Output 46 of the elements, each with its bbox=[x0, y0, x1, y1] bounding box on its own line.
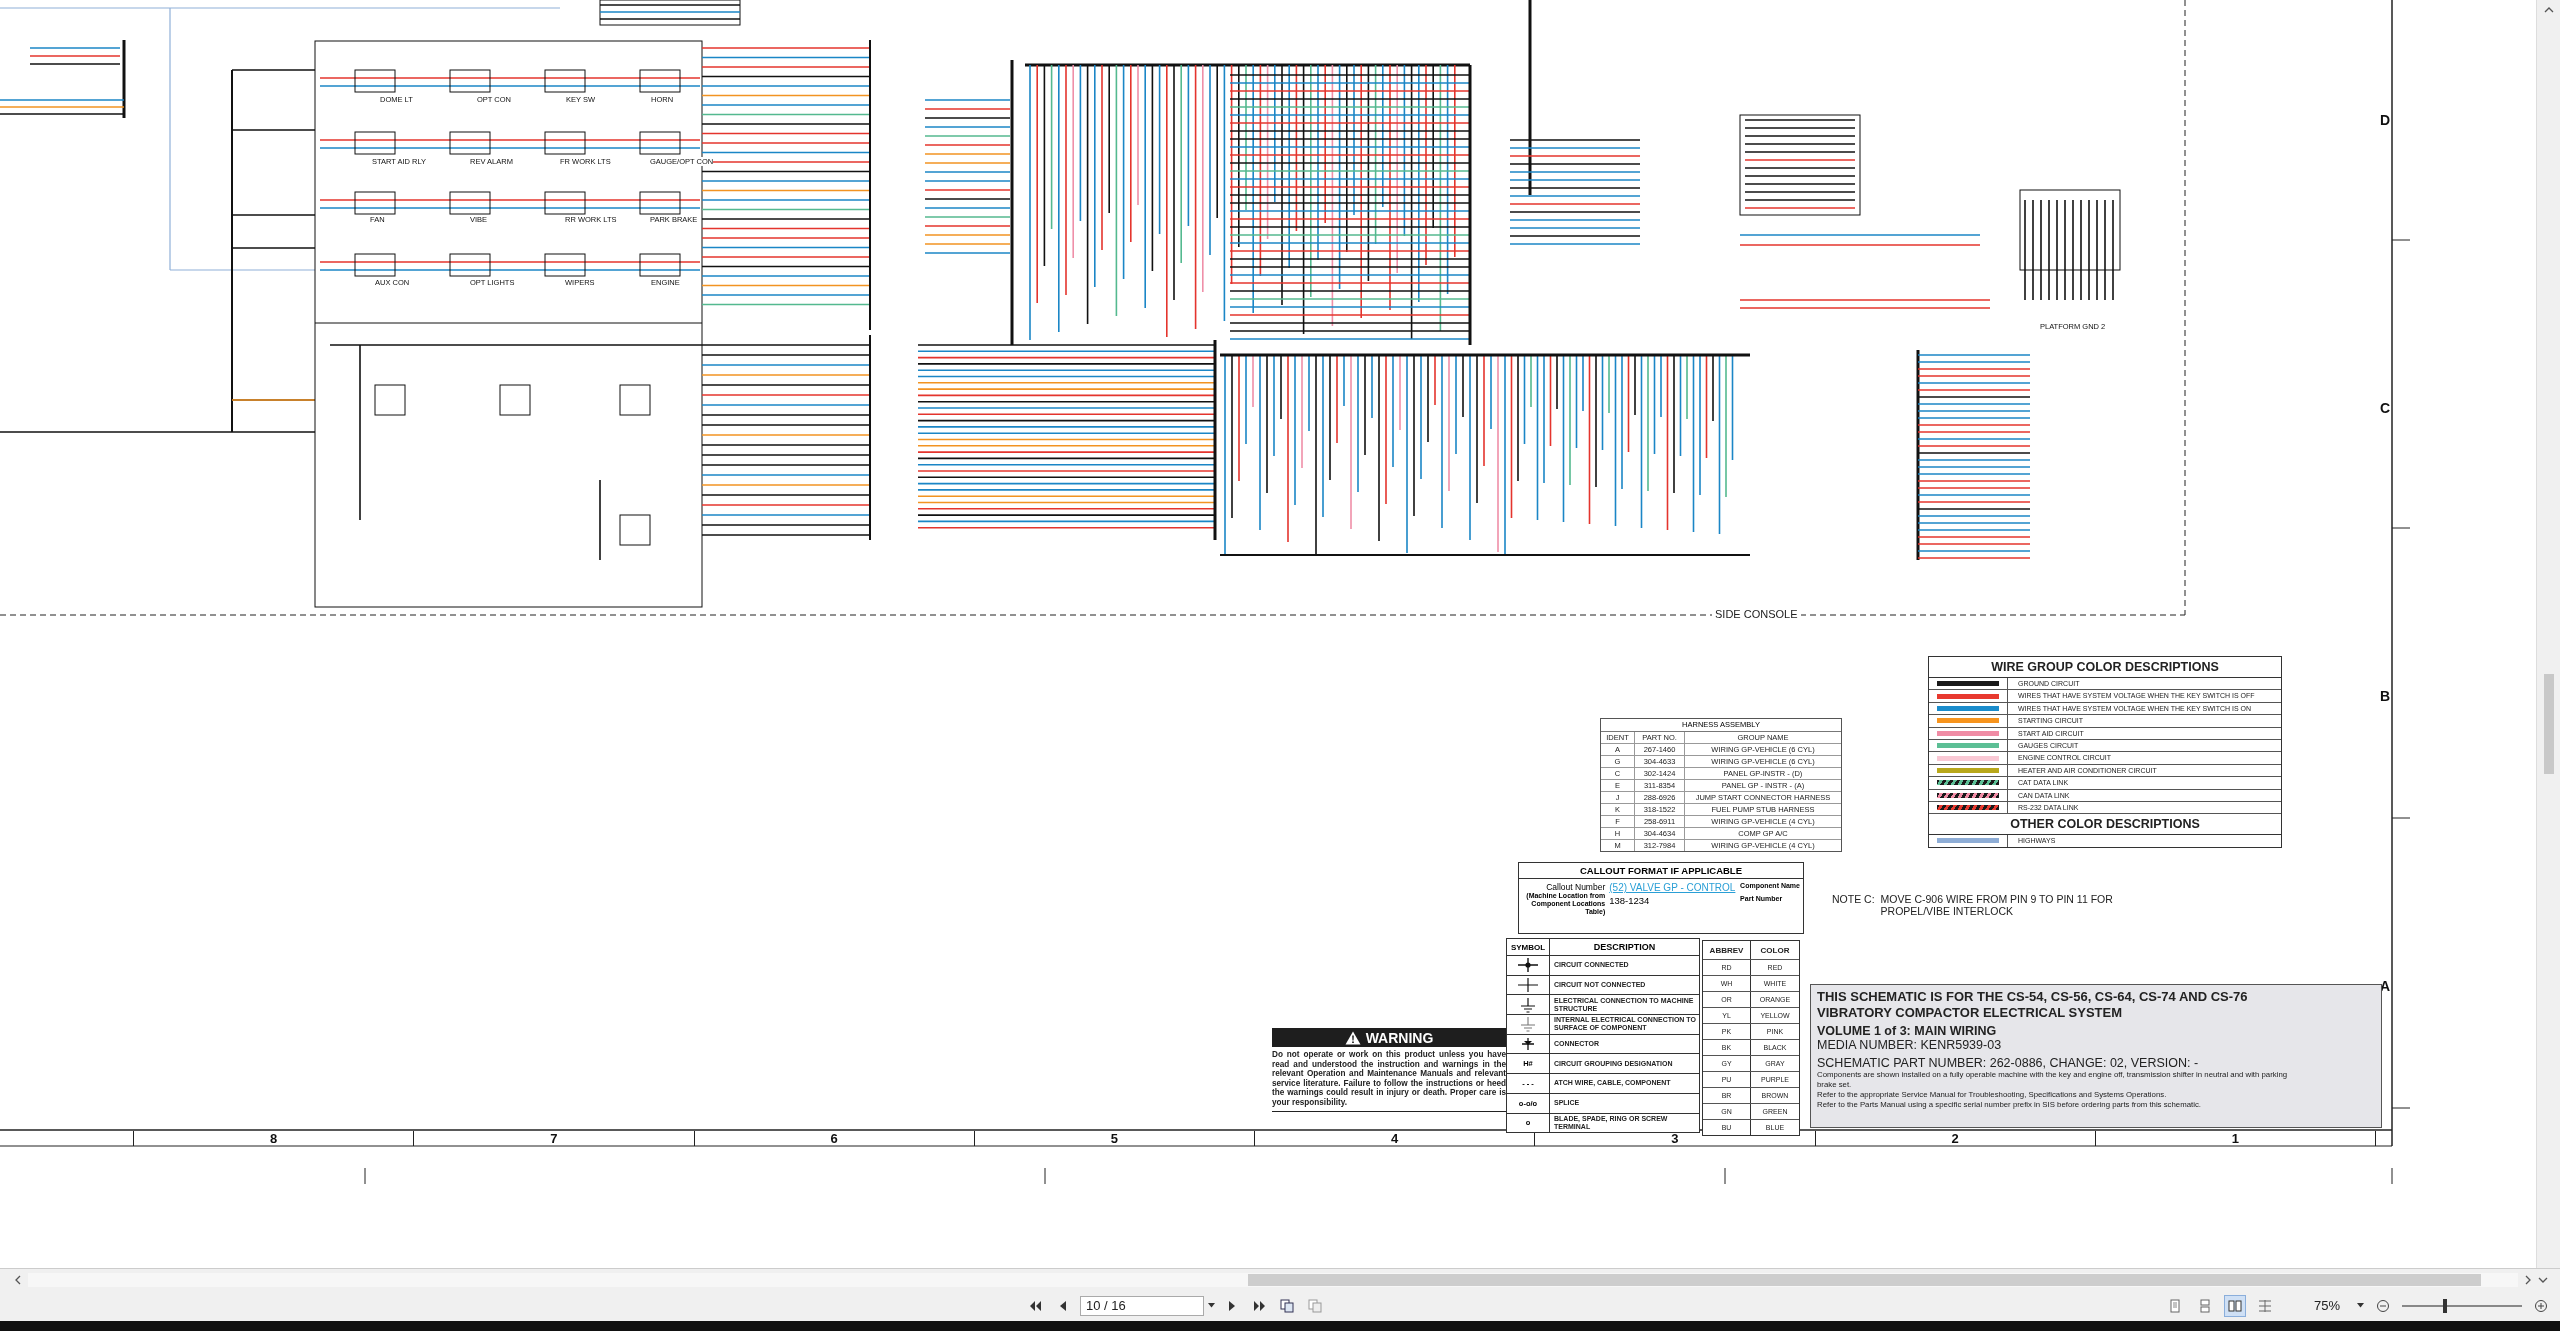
column-header: DESCRIPTION bbox=[1592, 941, 1657, 954]
media-number: MEDIA NUMBER: KENR5939-03 bbox=[1817, 1038, 2003, 1052]
zoom-dropdown[interactable]: 75% bbox=[2284, 1295, 2364, 1316]
column-header: SYMBOL bbox=[1507, 939, 1550, 955]
note-text: MOVE C-906 WIRE FROM PIN 9 TO PIN 11 FOR PROPEL/VIBE INTERLOCK bbox=[1880, 893, 2114, 917]
zone-letter: D bbox=[2380, 112, 2391, 128]
zone-number: 8 bbox=[270, 1131, 278, 1146]
volume-title: VOLUME 1 of 3: MAIN WIRING bbox=[1817, 1024, 1998, 1038]
schematic-title: THIS SCHEMATIC IS FOR THE CS-54, CS-56, CS-64, CS-74 AND CS-76 VIBRATORY COMPACTOR ELECTRICAL SYSTEM bbox=[1817, 989, 2249, 1020]
column-header: COLOR bbox=[1759, 944, 1791, 957]
section-label: SIDE CONSOLE bbox=[1712, 608, 1801, 620]
caret-icon[interactable] bbox=[2357, 1303, 2364, 1309]
zone-number: 4 bbox=[1391, 1131, 1399, 1146]
legend-title: WIRE GROUP COLOR DESCRIPTIONS bbox=[1929, 657, 2281, 678]
slider-thumb[interactable] bbox=[2443, 1298, 2448, 1313]
zone-number: 7 bbox=[550, 1131, 558, 1146]
circuit-crossing-icon bbox=[1516, 977, 1540, 994]
circuit-connected-icon bbox=[1516, 957, 1540, 974]
vertical-scrollbar[interactable] bbox=[2536, 0, 2560, 1268]
scrollbar-thumb[interactable] bbox=[1248, 1273, 2481, 1286]
scroll-up-icon[interactable] bbox=[2543, 6, 2554, 14]
scroll-right-icon[interactable] bbox=[2524, 1274, 2532, 1285]
column-header: ABBREV bbox=[1703, 941, 1751, 959]
horizontal-scrollbar[interactable] bbox=[0, 1268, 2560, 1291]
zone-number: 2 bbox=[1951, 1131, 1959, 1146]
zone-number: 1 bbox=[2231, 1131, 2239, 1146]
part-number: 138-1234 bbox=[1609, 895, 1651, 906]
zone-number: 5 bbox=[1110, 1131, 1118, 1146]
warning-icon bbox=[1344, 1030, 1361, 1045]
scroll-left-icon[interactable] bbox=[14, 1274, 22, 1285]
callout-title: CALLOUT FORMAT IF APPLICABLE bbox=[1519, 863, 1803, 879]
part-number: SCHEMATIC PART NUMBER: 262-0886, CHANGE: 02, VERSION: - bbox=[1817, 1056, 2200, 1070]
two-page-view-icon[interactable] bbox=[2224, 1294, 2246, 1317]
zone-letter: B bbox=[2380, 688, 2391, 704]
caret-icon[interactable] bbox=[1208, 1303, 1215, 1309]
warning-title: WARNING bbox=[1365, 1029, 1434, 1046]
zone-number: 6 bbox=[830, 1131, 838, 1146]
note-label: NOTE C: bbox=[1832, 893, 1875, 907]
scrollbar-thumb[interactable] bbox=[2543, 674, 2554, 774]
zone-number: 3 bbox=[1671, 1131, 1679, 1146]
zone-letter: C bbox=[2380, 400, 2391, 416]
page-number-field[interactable]: 10 / 16 bbox=[1080, 1295, 1204, 1316]
legend-title: OTHER COLOR DESCRIPTIONS bbox=[1929, 814, 2281, 836]
warning-text: Do not operate or work on this product unless you have read and understood the instruction and warnings in the relevant Operation and Maintenance Manuals and relevant service literature. Failure to follow the instructions or heed the warnings could result in injury or death. Proper care is your responsibility. bbox=[1272, 1050, 1506, 1108]
scroll-down-icon[interactable] bbox=[2538, 1275, 2548, 1284]
callout-number-label: Callout Number bbox=[1546, 882, 1606, 892]
